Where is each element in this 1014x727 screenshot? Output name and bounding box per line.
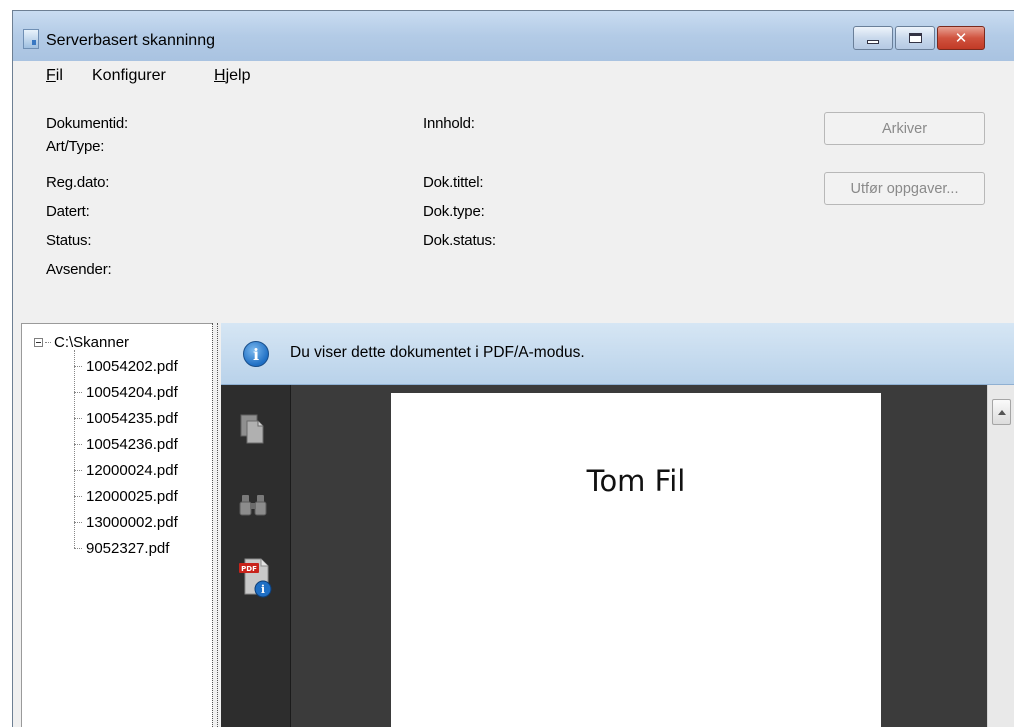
info-bar: i Du viser dette dokumentet i PDF/A-modu… [221,323,1014,385]
tree-item[interactable]: 9052327.pdf [74,540,169,557]
vertical-scrollbar[interactable] [987,385,1014,727]
panel-splitter[interactable] [212,323,218,727]
label-art-type: Art/Type: [46,138,105,155]
pdf-info-icon[interactable]: PDF i [239,555,275,599]
scroll-up-button[interactable] [992,399,1011,425]
menu-fil[interactable]: Fil [46,67,63,85]
application-window: Serverbasert skanninng ✕ Fil Konfigurer … [12,10,1014,727]
tree-item[interactable]: 10054235.pdf [74,410,178,427]
label-dokumentid: Dokumentid: [46,115,129,132]
menu-konfigurer[interactable]: Konfigurer [92,67,166,85]
scroll-up-arrow-icon [997,409,1006,415]
minimize-icon [867,40,879,44]
label-datert: Datert: [46,203,90,220]
arkiver-button[interactable]: Arkiver [824,112,985,145]
label-reg-dato: Reg.dato: [46,174,110,191]
tree-item[interactable]: 13000002.pdf [74,514,178,531]
app-icon [23,29,39,49]
tree-item[interactable]: 10054236.pdf [74,436,178,453]
utfor-oppgaver-button[interactable]: Utfør oppgaver... [824,172,985,205]
pdf-viewer: i Du viser dette dokumentet i PDF/A-modu… [221,323,1014,727]
label-innhold: Innhold: [423,115,475,132]
tree-item[interactable]: 10054204.pdf [74,384,178,401]
pdf-badge-label: PDF [241,565,257,573]
svg-text:i: i [261,583,265,596]
tree-item[interactable]: 12000024.pdf [74,462,178,479]
menu-bar: Fil Konfigurer Hjelp [13,61,1014,89]
file-tree: C:\Skanner 10054202.pdf 10054204.pdf 100… [21,323,213,727]
window-title: Serverbasert skanninng [46,32,215,49]
label-status: Status: [46,232,92,249]
maximize-button[interactable] [895,26,935,50]
tree-root[interactable]: C:\Skanner [34,334,129,351]
close-button[interactable]: ✕ [937,26,985,50]
info-icon: i [243,341,269,367]
maximize-icon [908,33,922,43]
viewer-side-toolbar: PDF i [221,385,291,727]
tree-item[interactable]: 12000025.pdf [74,488,178,505]
minimize-button[interactable] [853,26,893,50]
menu-hjelp[interactable]: Hjelp [214,67,250,85]
tree-item[interactable]: 10054202.pdf [74,358,178,375]
pages-icon[interactable] [239,413,267,445]
label-dok-type: Dok.type: [423,203,485,220]
binoculars-icon[interactable] [239,491,267,517]
collapse-icon[interactable] [34,338,43,347]
label-dok-status: Dok.status: [423,232,496,249]
info-message: Du viser dette dokumentet i PDF/A-modus. [290,344,585,361]
document-page: Tom Fil [391,393,881,727]
label-avsender: Avsender: [46,261,112,278]
close-icon: ✕ [954,28,968,47]
document-page-text: Tom Fil [586,464,686,498]
title-bar[interactable]: Serverbasert skanninng ✕ [13,11,1014,61]
label-dok-tittel: Dok.tittel: [423,174,484,191]
tree-root-label[interactable]: C:\Skanner [54,334,129,351]
